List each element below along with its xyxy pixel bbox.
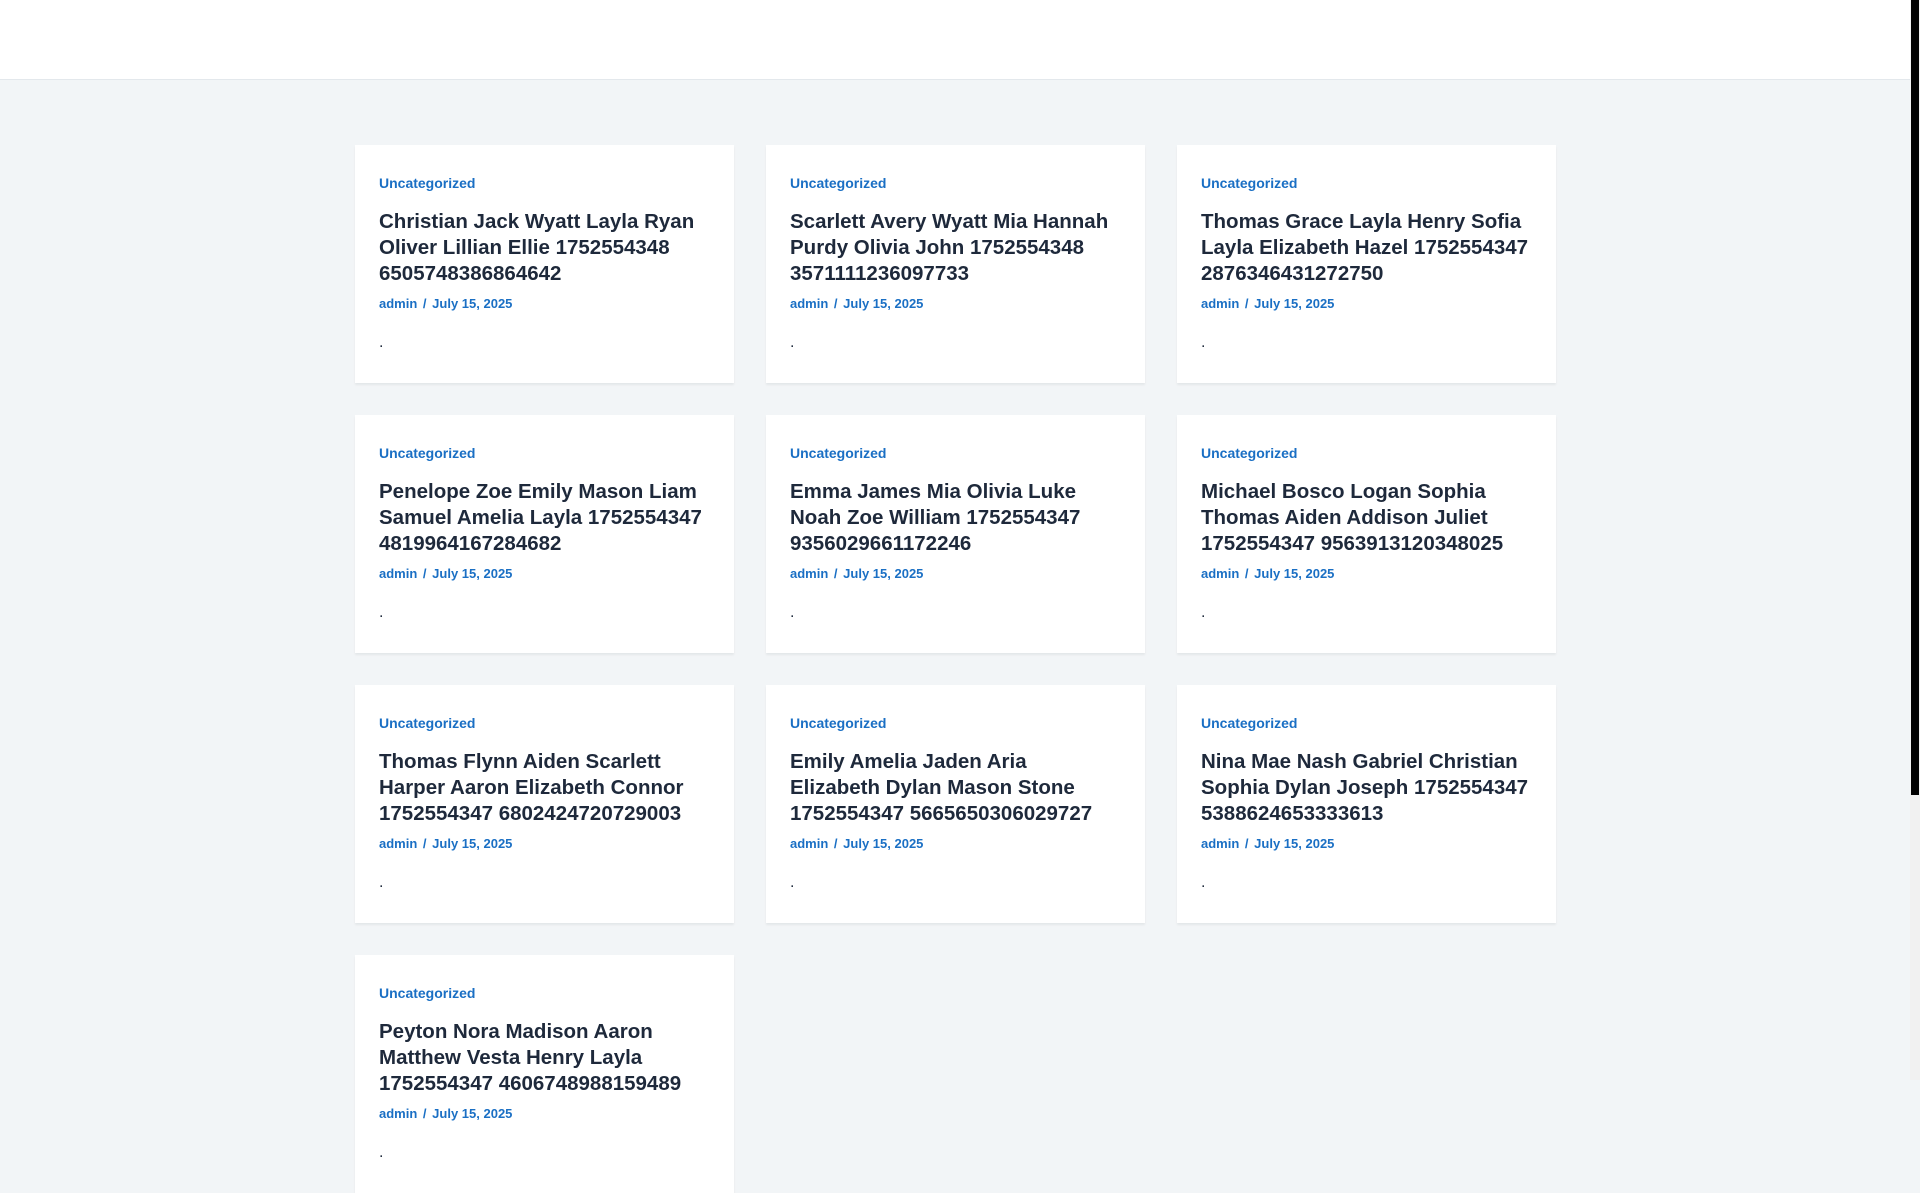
post-date-link[interactable]: July 15, 2025: [432, 836, 512, 851]
post-date-link[interactable]: July 15, 2025: [432, 296, 512, 311]
post-title-link[interactable]: Peyton Nora Madison Aaron Matthew Vesta …: [379, 1020, 681, 1095]
post-author-link[interactable]: admin: [379, 296, 417, 311]
post-date-link[interactable]: July 15, 2025: [1254, 566, 1334, 581]
post-excerpt: .: [379, 334, 384, 351]
post-excerpt: .: [1201, 334, 1206, 351]
meta-separator: /: [422, 566, 427, 581]
post-date-link[interactable]: July 15, 2025: [1254, 836, 1334, 851]
post-excerpt: .: [1201, 874, 1206, 891]
post-excerpt: .: [379, 604, 384, 621]
post-excerpt: .: [790, 604, 795, 621]
post-card: Uncategorized Emily Amelia Jaden Aria El…: [766, 685, 1145, 923]
post-meta: admin / July 15, 2025: [1201, 565, 1532, 583]
post-date-link[interactable]: July 15, 2025: [432, 566, 512, 581]
post-category-link[interactable]: Uncategorized: [379, 173, 475, 193]
post-title: Nina Mae Nash Gabriel Christian Sophia D…: [1201, 749, 1532, 827]
post-title-link[interactable]: Emily Amelia Jaden Aria Elizabeth Dylan …: [790, 750, 1092, 825]
post-category-link[interactable]: Uncategorized: [379, 713, 475, 733]
post-title-link[interactable]: Scarlett Avery Wyatt Mia Hannah Purdy Ol…: [790, 210, 1108, 285]
meta-separator: /: [833, 296, 838, 311]
post-card: Uncategorized Thomas Grace Layla Henry S…: [1177, 145, 1556, 383]
post-title-link[interactable]: Thomas Grace Layla Henry Sofia Layla Eli…: [1201, 210, 1528, 285]
post-title: Scarlett Avery Wyatt Mia Hannah Purdy Ol…: [790, 209, 1121, 287]
post-excerpt: .: [379, 874, 384, 891]
scrollbar-thumb[interactable]: [1911, 0, 1919, 795]
post-author-link[interactable]: admin: [379, 566, 417, 581]
post-title: Penelope Zoe Emily Mason Liam Samuel Ame…: [379, 479, 710, 557]
post-author-link[interactable]: admin: [379, 1106, 417, 1121]
post-title-link[interactable]: Penelope Zoe Emily Mason Liam Samuel Ame…: [379, 480, 702, 555]
post-title-link[interactable]: Emma James Mia Olivia Luke Noah Zoe Will…: [790, 480, 1080, 555]
post-author-link[interactable]: admin: [790, 566, 828, 581]
post-title: Thomas Flynn Aiden Scarlett Harper Aaron…: [379, 749, 710, 827]
meta-separator: /: [422, 836, 427, 851]
post-card: Uncategorized Penelope Zoe Emily Mason L…: [355, 415, 734, 653]
meta-separator: /: [833, 836, 838, 851]
meta-separator: /: [1244, 296, 1249, 311]
post-card: Uncategorized Nina Mae Nash Gabriel Chri…: [1177, 685, 1556, 923]
post-card: Uncategorized Michael Bosco Logan Sophia…: [1177, 415, 1556, 653]
post-author-link[interactable]: admin: [790, 296, 828, 311]
post-excerpt: .: [379, 1144, 384, 1161]
post-category-link[interactable]: Uncategorized: [790, 173, 886, 193]
post-excerpt: .: [790, 874, 795, 891]
post-author-link[interactable]: admin: [1201, 566, 1239, 581]
post-category-link[interactable]: Uncategorized: [1201, 443, 1297, 463]
post-title: Michael Bosco Logan Sophia Thomas Aiden …: [1201, 479, 1532, 557]
post-category-link[interactable]: Uncategorized: [1201, 713, 1297, 733]
post-card: Uncategorized Christian Jack Wyatt Layla…: [355, 145, 734, 383]
post-category-link[interactable]: Uncategorized: [790, 443, 886, 463]
post-date-link[interactable]: July 15, 2025: [432, 1106, 512, 1121]
post-date-link[interactable]: July 15, 2025: [843, 296, 923, 311]
post-card: Uncategorized Thomas Flynn Aiden Scarlet…: [355, 685, 734, 923]
post-card: Uncategorized Scarlett Avery Wyatt Mia H…: [766, 145, 1145, 383]
post-date-link[interactable]: July 15, 2025: [843, 566, 923, 581]
meta-separator: /: [422, 296, 427, 311]
post-meta: admin / July 15, 2025: [379, 835, 710, 853]
post-title-link[interactable]: Thomas Flynn Aiden Scarlett Harper Aaron…: [379, 750, 684, 825]
post-author-link[interactable]: admin: [1201, 836, 1239, 851]
meta-separator: /: [422, 1106, 427, 1121]
meta-separator: /: [833, 566, 838, 581]
post-title-link[interactable]: Nina Mae Nash Gabriel Christian Sophia D…: [1201, 750, 1528, 825]
post-title: Emily Amelia Jaden Aria Elizabeth Dylan …: [790, 749, 1121, 827]
post-date-link[interactable]: July 15, 2025: [1254, 296, 1334, 311]
post-meta: admin / July 15, 2025: [379, 565, 710, 583]
post-meta: admin / July 15, 2025: [1201, 295, 1532, 313]
post-category-link[interactable]: Uncategorized: [379, 983, 475, 1003]
post-title: Thomas Grace Layla Henry Sofia Layla Eli…: [1201, 209, 1532, 287]
post-meta: admin / July 15, 2025: [1201, 835, 1532, 853]
post-author-link[interactable]: admin: [1201, 296, 1239, 311]
post-card: Uncategorized Emma James Mia Olivia Luke…: [766, 415, 1145, 653]
meta-separator: /: [1244, 566, 1249, 581]
post-meta: admin / July 15, 2025: [790, 835, 1121, 853]
post-author-link[interactable]: admin: [379, 836, 417, 851]
post-excerpt: .: [790, 334, 795, 351]
meta-separator: /: [1244, 836, 1249, 851]
post-title: Christian Jack Wyatt Layla Ryan Oliver L…: [379, 209, 710, 287]
post-category-link[interactable]: Uncategorized: [379, 443, 475, 463]
post-excerpt: .: [1201, 604, 1206, 621]
post-title: Emma James Mia Olivia Luke Noah Zoe Will…: [790, 479, 1121, 557]
posts-grid: Uncategorized Christian Jack Wyatt Layla…: [355, 145, 1556, 1193]
post-author-link[interactable]: admin: [790, 836, 828, 851]
post-meta: admin / July 15, 2025: [379, 1105, 710, 1123]
post-category-link[interactable]: Uncategorized: [790, 713, 886, 733]
post-title-link[interactable]: Christian Jack Wyatt Layla Ryan Oliver L…: [379, 210, 694, 285]
post-title-link[interactable]: Michael Bosco Logan Sophia Thomas Aiden …: [1201, 480, 1503, 555]
site-header: [0, 0, 1910, 80]
post-meta: admin / July 15, 2025: [790, 565, 1121, 583]
vertical-scrollbar[interactable]: [1910, 0, 1920, 1080]
post-title: Peyton Nora Madison Aaron Matthew Vesta …: [379, 1019, 710, 1097]
post-meta: admin / July 15, 2025: [790, 295, 1121, 313]
post-card: Uncategorized Peyton Nora Madison Aaron …: [355, 955, 734, 1193]
post-category-link[interactable]: Uncategorized: [1201, 173, 1297, 193]
post-date-link[interactable]: July 15, 2025: [843, 836, 923, 851]
post-meta: admin / July 15, 2025: [379, 295, 710, 313]
